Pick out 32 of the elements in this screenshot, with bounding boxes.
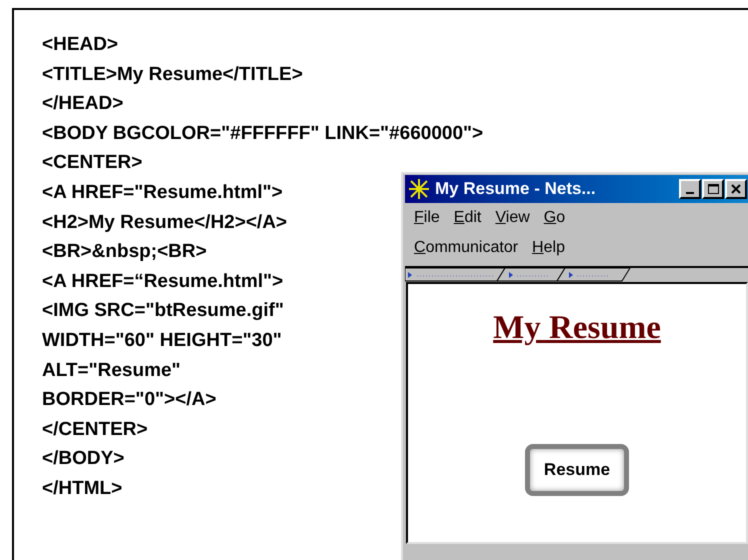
code-line: </HEAD> — [42, 92, 124, 116]
heading-link[interactable]: My Resume — [493, 304, 661, 354]
code-line: <TITLE>My Resume</TITLE> — [42, 62, 303, 87]
code-line: <A HREF="Resume.html"> — [42, 180, 283, 205]
code-line: <H2>My Resume</H2></A> — [42, 210, 288, 235]
menu-item[interactable]: Help — [532, 236, 565, 260]
minimize-button[interactable] — [679, 179, 701, 199]
menu-item[interactable]: File — [414, 206, 440, 230]
maximize-button[interactable] — [702, 179, 724, 199]
close-button[interactable] — [725, 179, 747, 199]
code-line: <IMG SRC="btResume.gif" — [42, 299, 284, 324]
code-line: </HTML> — [42, 476, 122, 501]
menu-item[interactable]: Go — [544, 206, 566, 230]
maximize-icon — [706, 182, 720, 196]
code-line: </BODY> — [42, 447, 124, 472]
code-line: <A HREF=“Resume.html"> — [42, 270, 284, 294]
menu-item[interactable]: Edit — [454, 206, 482, 230]
minimize-icon — [686, 192, 694, 194]
code-line: <BODY BGCOLOR="#FFFFFF" LINK="#660000"> — [42, 122, 484, 146]
code-line: BORDER="0"></A> — [42, 388, 216, 412]
code-line: WIDTH="60" HEIGHT="30" — [42, 328, 282, 353]
code-line: ALT="Resume" — [42, 358, 181, 383]
menu-item[interactable]: View — [495, 206, 530, 230]
window-title: My Resume - Nets... — [435, 178, 596, 200]
code-line: <HEAD> — [42, 33, 118, 57]
code-line: <CENTER> — [42, 151, 142, 176]
menu-item[interactable]: Communicator — [414, 236, 518, 260]
starburst-icon — [407, 178, 431, 200]
code-line: </CENTER> — [42, 418, 148, 442]
close-icon — [729, 182, 743, 196]
resume-image-button[interactable]: Resume — [525, 444, 629, 496]
code-line: <BR>&nbsp;<BR> — [42, 240, 207, 264]
